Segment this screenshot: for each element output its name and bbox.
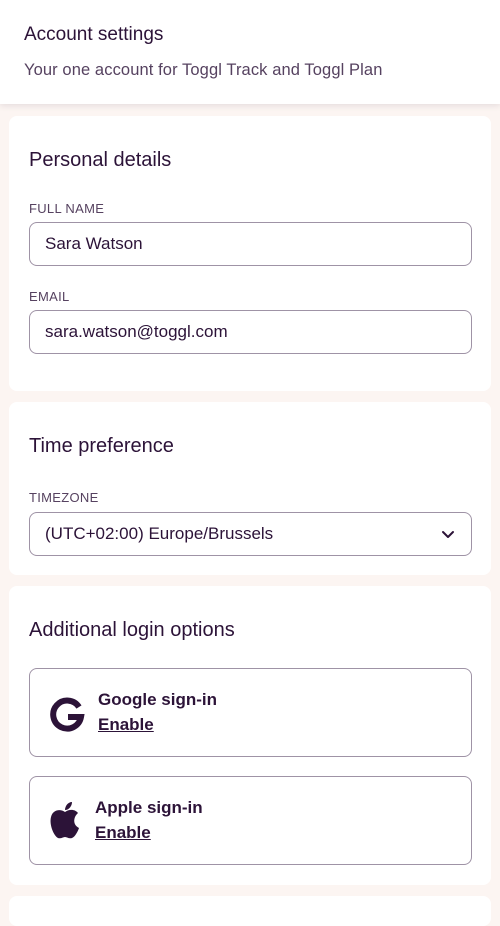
timezone-label: TIMEZONE xyxy=(29,490,99,505)
email-field[interactable]: sara.watson@toggl.com xyxy=(29,310,472,354)
page-header: Account settings Your one account for To… xyxy=(0,0,500,104)
timezone-select[interactable]: (UTC+02:00) Europe/Brussels xyxy=(29,512,472,556)
login-options-card: Additional login options Google sign-in … xyxy=(9,586,491,885)
google-icon xyxy=(50,697,85,732)
apple-icon xyxy=(50,802,79,839)
page-subtitle: Your one account for Toggl Track and Tog… xyxy=(24,61,383,79)
personal-details-card: Personal details FULL NAME Sara Watson E… xyxy=(9,116,491,391)
time-preference-card: Time preference TIMEZONE (UTC+02:00) Eur… xyxy=(9,402,491,575)
full-name-label: FULL NAME xyxy=(29,201,105,216)
apple-sign-in-label: Apple sign-in xyxy=(95,798,203,817)
apple-enable-link[interactable]: Enable xyxy=(95,823,151,843)
personal-details-title: Personal details xyxy=(29,149,172,171)
google-sign-in-label: Google sign-in xyxy=(98,690,217,709)
apple-sign-in-option: Apple sign-in Enable xyxy=(29,776,472,865)
email-label: EMAIL xyxy=(29,289,70,304)
google-sign-in-option: Google sign-in Enable xyxy=(29,668,472,757)
full-name-field[interactable]: Sara Watson xyxy=(29,222,472,266)
login-options-title: Additional login options xyxy=(29,619,235,641)
google-enable-link[interactable]: Enable xyxy=(98,715,154,735)
next-section-card xyxy=(9,896,491,926)
page-title: Account settings xyxy=(24,24,164,45)
timezone-value: (UTC+02:00) Europe/Brussels xyxy=(45,524,274,543)
time-preference-title: Time preference xyxy=(29,435,174,457)
chevron-down-icon xyxy=(442,531,454,538)
